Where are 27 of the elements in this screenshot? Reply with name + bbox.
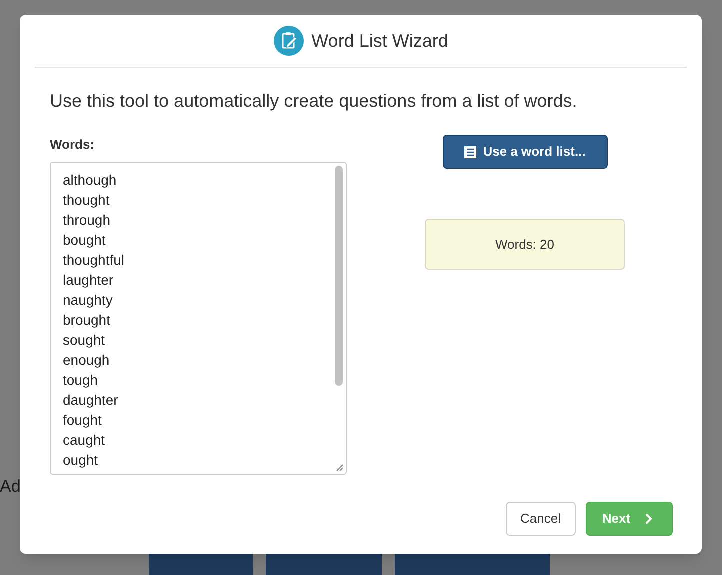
word-line: sought <box>63 330 106 350</box>
word-line: brought <box>63 310 110 330</box>
page-heading: Ad <box>0 477 21 497</box>
word-line: tough <box>63 370 98 390</box>
words-label: Words: <box>50 136 96 154</box>
word-line: caught <box>63 430 106 450</box>
word-line: through <box>63 210 110 230</box>
word-line: ought <box>63 450 98 470</box>
dialog-title: Word List Wizard <box>312 30 448 52</box>
list-icon <box>464 146 478 158</box>
word-count: Words: 20 <box>495 236 554 254</box>
word-line: daughter <box>63 390 118 410</box>
word-line: naughty <box>63 290 113 310</box>
cancel-button[interactable]: Cancel <box>506 502 576 536</box>
resize-handle-icon[interactable] <box>336 464 344 472</box>
intro-text: Use this tool to automatically create questions from a list of words. <box>50 90 578 113</box>
clipboard-pencil-icon <box>274 26 304 56</box>
word-line: laughter <box>63 270 114 290</box>
word-line: although <box>63 170 117 190</box>
word-line: thoughtful <box>63 250 124 270</box>
scrollbar[interactable] <box>335 166 343 386</box>
word-line: thought <box>63 190 110 210</box>
word-line: bought <box>63 230 106 250</box>
word-line: fought <box>63 410 102 430</box>
use-word-list-button[interactable]: Use a word list... <box>442 135 608 169</box>
word-line: enough <box>63 350 110 370</box>
words-field[interactable]: although thought through bought thoughtful laughter naughty brought sought enough tough daughter fought caught ought <box>50 162 347 474</box>
